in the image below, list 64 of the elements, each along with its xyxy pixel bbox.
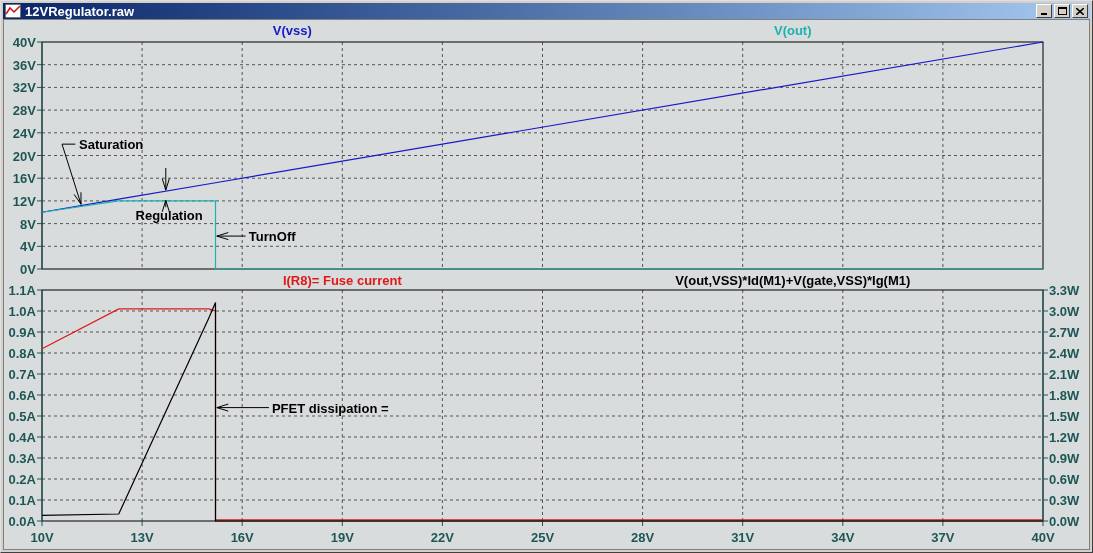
axis-label: 0.6A xyxy=(8,388,36,403)
axis-label: 24V xyxy=(12,125,36,141)
axis-label: 1.1A xyxy=(8,283,36,298)
waveform-icon xyxy=(5,4,21,18)
maximize-button[interactable] xyxy=(1054,4,1070,18)
axis-label: 0.5A xyxy=(8,409,36,424)
axis-label: 0.1A xyxy=(8,493,36,508)
minimize-button[interactable] xyxy=(1036,4,1052,18)
annotation-arrow xyxy=(161,167,170,191)
axis-label: 16V xyxy=(230,530,254,545)
axis-label: 22V xyxy=(430,530,454,545)
axis-label: 0.2A xyxy=(8,472,36,487)
axis-label: 1.8W xyxy=(1049,388,1080,403)
axis-label: 2.4W xyxy=(1049,346,1080,361)
axis-label: 19V xyxy=(330,530,354,545)
axis-label: 36V xyxy=(12,57,36,73)
axis-label: 0.9A xyxy=(8,325,36,340)
axis-label: 12V xyxy=(12,193,36,209)
axis-label: 3.3W xyxy=(1049,283,1080,298)
axis-label: 28V xyxy=(12,103,36,119)
axis-label: 0.0A xyxy=(8,514,36,529)
axis-label: 1.2W xyxy=(1049,430,1080,445)
trace-title: V(out,VSS)*Id(M1)+V(gate,VSS)*Ig(M1) xyxy=(675,276,911,288)
axis-label: 1.5W xyxy=(1049,409,1080,424)
axis-label: 0.7A xyxy=(8,367,36,382)
axis-label: 3.0W xyxy=(1049,304,1080,319)
annotation-label: Saturation xyxy=(79,137,144,153)
axis-label: 4V xyxy=(20,239,36,255)
axis-label: 2.7W xyxy=(1049,325,1080,340)
axis-label: 32V xyxy=(12,80,36,96)
axis-label: 1.0A xyxy=(8,304,36,319)
axis-label: 10V xyxy=(30,530,54,545)
axis-label: 16V xyxy=(12,171,36,187)
annotation-arrow xyxy=(216,232,247,241)
trace-title: V(out) xyxy=(774,23,812,38)
annotation-label: TurnOff xyxy=(248,229,296,245)
annotation-arrow xyxy=(216,403,270,412)
axis-label: 2.1W xyxy=(1049,367,1080,382)
axis-label: 8V xyxy=(20,216,36,232)
annotation-label: PFET dissipation = xyxy=(271,400,389,416)
axis-label: 0.9W xyxy=(1049,451,1080,466)
window-title: 12VRegulator.raw xyxy=(25,4,135,18)
axis-label: 40V xyxy=(1031,530,1055,545)
axis-label: 25V xyxy=(530,530,555,545)
trace-title: V(vss) xyxy=(272,23,312,38)
close-button[interactable] xyxy=(1072,4,1088,18)
axis-label: 13V xyxy=(130,530,154,545)
axis-label: 0.3A xyxy=(8,451,36,466)
axis-label: 0V xyxy=(20,262,36,276)
axis-label: 31V xyxy=(731,530,755,545)
trace-title: I(R8)= Fuse current xyxy=(282,276,402,288)
axis-label: 0.4A xyxy=(8,430,36,445)
close-icon xyxy=(1076,7,1084,15)
axis-label: 20V xyxy=(12,148,36,164)
axis-label: 28V xyxy=(631,530,655,545)
axis-label: 0.6W xyxy=(1049,472,1080,487)
axis-label: 40V xyxy=(12,35,36,50)
axis-label: 0.8A xyxy=(8,346,36,361)
annotation-arrow xyxy=(161,199,170,213)
axis-label: 34V xyxy=(831,530,855,545)
annotation-label: Regulation xyxy=(135,207,203,223)
axis-label: 0.3W xyxy=(1049,493,1080,508)
axis-label: 0.0W xyxy=(1049,514,1080,529)
axis-label: 37V xyxy=(931,530,955,545)
